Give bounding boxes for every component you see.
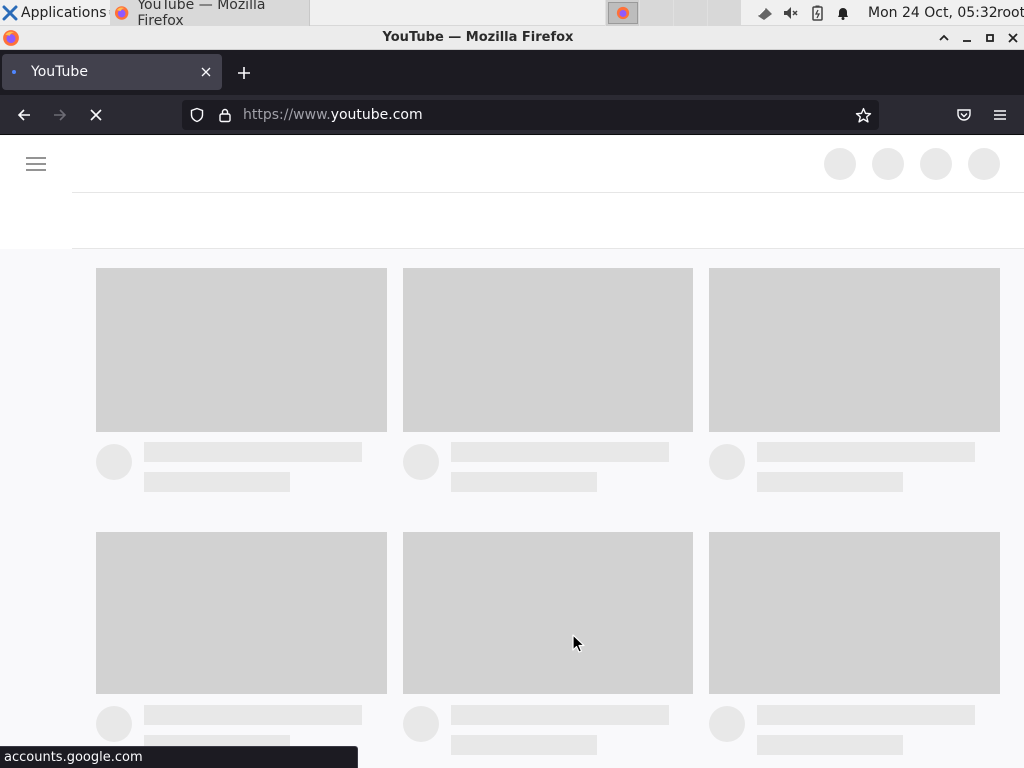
- skeleton-title-line: [757, 705, 975, 725]
- skeleton-video-card: [403, 532, 694, 762]
- skeleton-title-line: [451, 705, 669, 725]
- skeleton-avatar: [403, 444, 439, 480]
- back-button[interactable]: [8, 99, 40, 131]
- youtube-header: [0, 136, 1024, 192]
- guide-button[interactable]: [20, 150, 52, 178]
- workspace-4[interactable]: [707, 0, 741, 26]
- taskbar-window-button[interactable]: YouTube — Mozilla Firefox: [110, 0, 310, 29]
- skeleton-thumbnail: [709, 532, 1000, 694]
- workspace-switcher: [605, 0, 741, 26]
- workspace-2[interactable]: [639, 0, 673, 26]
- header-placeholder-circle: [824, 148, 856, 180]
- window-titlebar: YouTube — Mozilla Firefox: [0, 26, 1024, 50]
- menu-icon: [994, 110, 1006, 120]
- workspace-1[interactable]: [605, 0, 639, 26]
- plus-icon: [238, 67, 250, 79]
- skeleton-video-card: [96, 532, 387, 762]
- pocket-button[interactable]: [948, 99, 980, 131]
- skeleton-meta-line: [757, 472, 903, 492]
- skeleton-thumbnail: [709, 268, 1000, 432]
- stop-icon: [90, 109, 102, 121]
- skeleton-avatar: [709, 444, 745, 480]
- applications-menu[interactable]: Applications ≡: [0, 0, 118, 26]
- system-tray: [752, 0, 856, 26]
- skeleton-thumbnail: [403, 532, 693, 694]
- network-icon[interactable]: [752, 0, 778, 26]
- skeleton-thumbnail: [96, 268, 387, 432]
- navigation-toolbar: https://www.youtube.com: [0, 95, 1024, 135]
- skeleton-title-line: [144, 442, 362, 462]
- skeleton-meta-line: [451, 735, 597, 755]
- minimize-icon[interactable]: [955, 26, 978, 50]
- shield-icon[interactable]: [185, 100, 209, 130]
- volume-muted-icon[interactable]: [778, 0, 804, 26]
- skeleton-video-card: [709, 532, 1000, 762]
- loading-dot-icon: [12, 70, 16, 74]
- link-status-bar: accounts.google.com: [0, 746, 358, 768]
- header-placeholder-circle: [968, 148, 1000, 180]
- applications-label: Applications: [21, 4, 107, 21]
- close-tab-button[interactable]: [194, 60, 218, 84]
- url-domain: youtube.com: [330, 107, 423, 123]
- url-bar[interactable]: https://www.youtube.com: [182, 100, 879, 130]
- skeleton-avatar: [96, 706, 132, 742]
- skeleton-avatar: [96, 444, 132, 480]
- window-title: YouTube — Mozilla Firefox: [382, 30, 574, 45]
- clock[interactable]: Mon 24 Oct, 05:32: [868, 0, 998, 26]
- forward-button[interactable]: [44, 99, 76, 131]
- skeleton-title-line: [757, 442, 975, 462]
- desktop-taskbar: Applications ≡ YouTube — Mozilla Firefox: [0, 0, 1024, 29]
- skeleton-video-card: [96, 268, 387, 498]
- new-tab-button[interactable]: [232, 61, 256, 85]
- skeleton-video-card: [403, 268, 694, 498]
- back-arrow-icon: [17, 109, 30, 121]
- stop-button[interactable]: [80, 99, 112, 131]
- skeleton-thumbnail: [403, 268, 693, 432]
- xfce-icon: [2, 5, 18, 20]
- window-controls: [932, 26, 1024, 50]
- workspace-3[interactable]: [673, 0, 707, 26]
- skeleton-title-line: [144, 705, 362, 725]
- lock-icon[interactable]: [213, 100, 237, 130]
- pocket-icon: [957, 109, 971, 121]
- close-icon[interactable]: [1001, 26, 1024, 50]
- skeleton-avatar: [709, 706, 745, 742]
- url-text[interactable]: https://www.youtube.com: [243, 100, 423, 130]
- taskbar-window-title: YouTube — Mozilla Firefox: [137, 0, 266, 29]
- tab-strip: YouTube: [0, 50, 1024, 95]
- firefox-icon: [114, 6, 129, 20]
- forward-arrow-icon: [54, 109, 67, 121]
- app-menu-button[interactable]: [984, 99, 1016, 131]
- skeleton-video-card: [709, 268, 1000, 498]
- skeleton-title-line: [451, 442, 669, 462]
- tab-label: YouTube: [31, 64, 88, 80]
- header-placeholder-circle: [920, 148, 952, 180]
- skeleton-meta-line: [144, 472, 290, 492]
- close-icon: [201, 67, 211, 77]
- battery-icon[interactable]: [804, 0, 830, 26]
- youtube-page: [0, 136, 1024, 768]
- url-prefix: https://www.: [243, 107, 331, 123]
- firefox-icon: [616, 6, 629, 20]
- bell-icon[interactable]: [830, 0, 856, 26]
- skeleton-avatar: [403, 706, 439, 742]
- chips-bar-placeholder: [72, 192, 1024, 249]
- sidebar-area: [0, 192, 72, 249]
- skeleton-thumbnail: [96, 532, 387, 694]
- chevron-up-icon[interactable]: [932, 26, 955, 50]
- skeleton-meta-line: [451, 472, 597, 492]
- user-name[interactable]: root: [997, 0, 1024, 26]
- pointer-cursor-icon: [572, 634, 585, 653]
- tab-youtube[interactable]: YouTube: [2, 54, 222, 90]
- header-placeholder-circle: [872, 148, 904, 180]
- hamburger-icon: [26, 157, 46, 171]
- star-icon[interactable]: [851, 100, 875, 130]
- skeleton-meta-line: [757, 735, 903, 755]
- maximize-icon[interactable]: [978, 26, 1001, 50]
